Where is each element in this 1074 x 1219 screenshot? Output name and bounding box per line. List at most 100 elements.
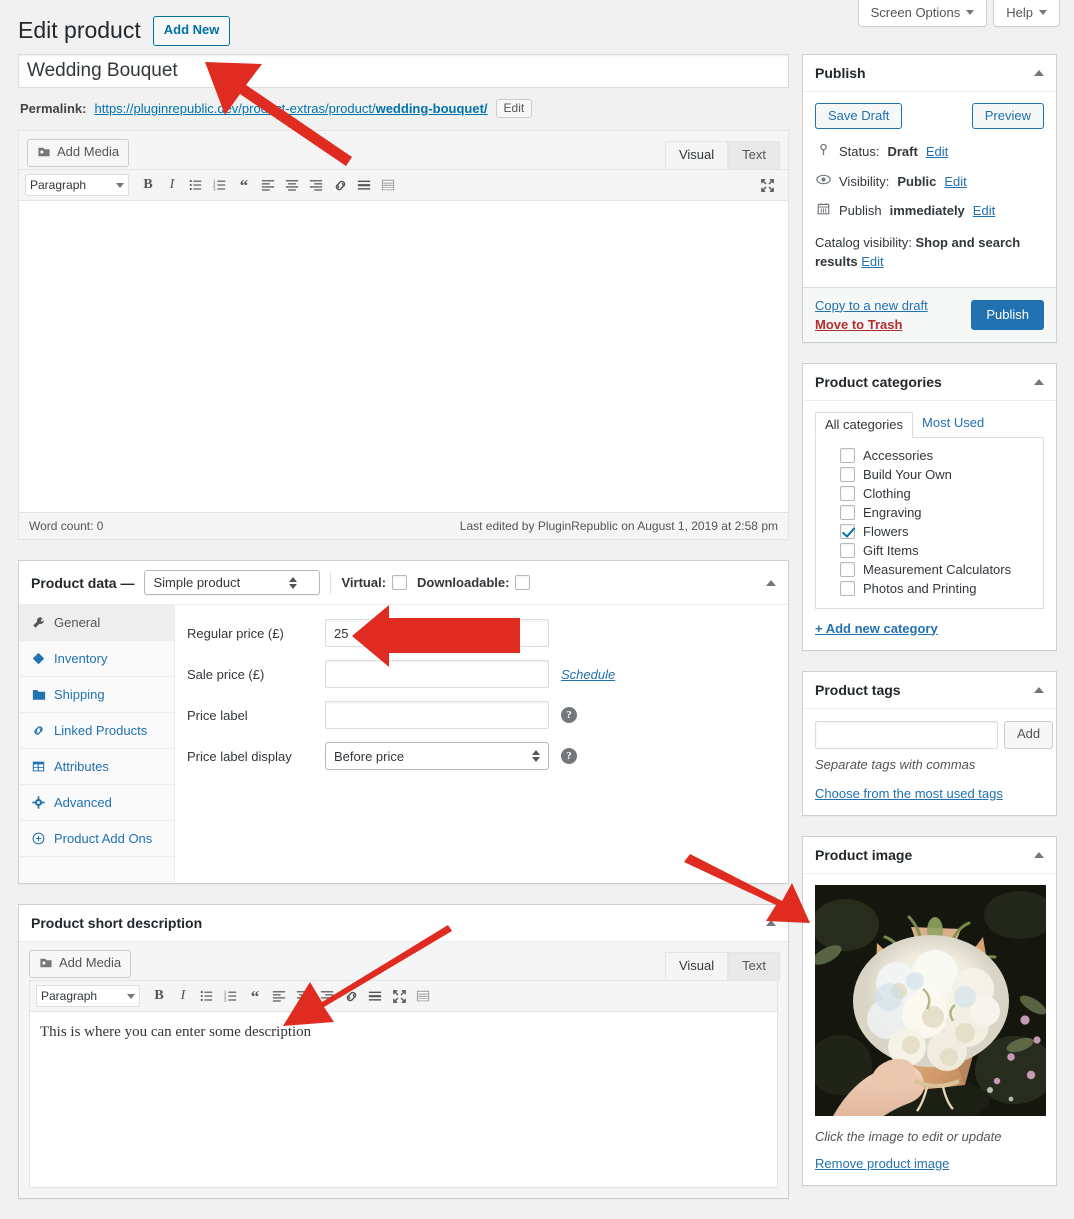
sd-read-more-button[interactable]	[364, 985, 386, 1007]
blockquote-button[interactable]: “	[233, 174, 255, 196]
category-checkbox[interactable]	[840, 466, 855, 482]
sale-price-input[interactable]	[325, 660, 549, 688]
collapse-toggle-icon[interactable]	[1034, 851, 1044, 858]
choose-most-used-tags-link[interactable]: Choose from the most used tags	[815, 786, 1003, 801]
permalink-edit-button[interactable]: Edit	[495, 99, 533, 118]
sd-tab-text[interactable]: Text	[728, 952, 780, 980]
category-item[interactable]: Flowers	[840, 522, 1035, 541]
short-description-body[interactable]: This is where you can enter some descrip…	[29, 1012, 778, 1188]
category-checkbox[interactable]	[840, 504, 855, 520]
publish-button[interactable]: Publish	[971, 299, 1044, 330]
sd-add-media-button[interactable]: Add Media	[29, 950, 132, 978]
regular-price-input[interactable]: 25	[325, 619, 549, 647]
copy-to-new-draft-link[interactable]: Copy to a new draft	[815, 298, 928, 313]
category-checkbox[interactable]	[840, 561, 855, 577]
numbered-list-button[interactable]: 123	[209, 174, 231, 196]
category-item[interactable]: Clothing	[840, 484, 1035, 503]
content-editor-body[interactable]	[19, 201, 788, 513]
help-tip-icon[interactable]: ?	[561, 707, 577, 723]
collapse-toggle-icon[interactable]	[1034, 686, 1044, 693]
product-data-tab-general[interactable]: General	[19, 605, 174, 641]
italic-button[interactable]: I	[161, 174, 183, 196]
align-center-button[interactable]	[281, 174, 303, 196]
read-more-button[interactable]	[353, 174, 375, 196]
sd-align-right-button[interactable]	[316, 985, 338, 1007]
category-checkbox[interactable]	[840, 485, 855, 501]
tab-all-categories[interactable]: All categories	[815, 411, 914, 438]
add-new-category-link[interactable]: + Add new category	[815, 621, 938, 636]
category-item[interactable]: Measurement Calculators	[840, 560, 1035, 579]
fullscreen-button[interactable]	[756, 174, 778, 196]
add-media-button[interactable]: Add Media	[27, 139, 130, 167]
insert-link-button[interactable]	[329, 174, 351, 196]
tag-input[interactable]	[815, 720, 998, 749]
product-data-tab-advanced[interactable]: Advanced	[19, 785, 174, 821]
downloadable-checkbox-row[interactable]: Downloadable:	[417, 575, 531, 590]
bold-button[interactable]: B	[137, 174, 159, 196]
category-item[interactable]: Photos and Printing	[840, 579, 1035, 598]
product-image-header: Product image	[803, 837, 1056, 874]
publish-date-edit-link[interactable]: Edit	[973, 201, 995, 221]
price-label-display-select[interactable]: Before price	[325, 742, 549, 770]
add-tag-button[interactable]: Add	[1004, 720, 1054, 749]
sd-fullscreen-button[interactable]	[388, 985, 410, 1007]
category-item[interactable]: Build Your Own	[840, 465, 1035, 484]
collapse-toggle-icon[interactable]	[766, 579, 776, 586]
sd-toolbar-toggle-button[interactable]	[412, 985, 434, 1007]
category-item[interactable]: Engraving	[840, 503, 1035, 522]
product-image-thumbnail[interactable]	[815, 884, 1046, 1116]
product-data-tab-inventory[interactable]: Inventory	[19, 641, 174, 677]
catalog-edit-link[interactable]: Edit	[861, 254, 883, 269]
sd-align-left-button[interactable]	[268, 985, 290, 1007]
sd-tab-visual[interactable]: Visual	[664, 952, 729, 980]
virtual-checkbox[interactable]	[392, 575, 408, 590]
category-checkbox[interactable]	[840, 542, 855, 558]
category-item[interactable]: Accessories	[840, 446, 1035, 465]
product-data-tab-shipping[interactable]: Shipping	[19, 677, 174, 713]
permalink-link[interactable]: https://pluginrepublic.dev/product-extra…	[94, 101, 487, 116]
sd-italic-button[interactable]: I	[172, 985, 194, 1007]
status-edit-link[interactable]: Edit	[926, 142, 948, 162]
tab-most-used[interactable]: Most Used	[913, 411, 993, 437]
move-to-trash-link[interactable]: Move to Trash	[815, 317, 928, 332]
product-data-tabs: General Inventory Shipping Linked Products A…	[19, 605, 175, 883]
save-draft-button[interactable]: Save Draft	[815, 103, 903, 129]
sd-paragraph-format-select[interactable]: Paragraph	[36, 985, 140, 1007]
paragraph-format-select[interactable]: Paragraph	[25, 174, 129, 196]
align-right-button[interactable]	[305, 174, 327, 196]
product-data-tab-attributes[interactable]: Attributes	[19, 749, 174, 785]
collapse-toggle-icon[interactable]	[1034, 378, 1044, 385]
tab-visual[interactable]: Visual	[664, 141, 729, 169]
sd-numbered-list-button[interactable]: 123	[220, 985, 242, 1007]
bullet-list-button[interactable]	[185, 174, 207, 196]
add-new-button[interactable]: Add New	[152, 16, 231, 46]
sd-align-center-button[interactable]	[292, 985, 314, 1007]
sd-bullet-list-button[interactable]	[196, 985, 218, 1007]
collapse-toggle-icon[interactable]	[1034, 70, 1044, 76]
visibility-edit-link[interactable]: Edit	[944, 172, 966, 192]
help-tip-icon[interactable]: ?	[561, 748, 577, 764]
remove-product-image-link[interactable]: Remove product image	[815, 1156, 1044, 1171]
help-button[interactable]: Help	[993, 0, 1060, 27]
tab-text[interactable]: Text	[728, 141, 780, 169]
toolbar-toggle-button[interactable]	[377, 174, 399, 196]
sd-blockquote-button[interactable]: “	[244, 985, 266, 1007]
screen-options-button[interactable]: Screen Options	[857, 0, 988, 27]
preview-button[interactable]: Preview	[971, 103, 1044, 129]
category-checkbox[interactable]	[840, 447, 855, 463]
schedule-link[interactable]: Schedule	[561, 667, 615, 682]
product-data-tab-product-add-ons[interactable]: Product Add Ons	[19, 821, 174, 857]
sd-insert-link-button[interactable]	[340, 985, 362, 1007]
category-item[interactable]: Gift Items	[840, 541, 1035, 560]
product-title-input[interactable]	[18, 54, 789, 88]
collapse-toggle-icon[interactable]	[766, 920, 776, 926]
sd-bold-button[interactable]: B	[148, 985, 170, 1007]
virtual-checkbox-row[interactable]: Virtual:	[341, 575, 408, 590]
downloadable-checkbox[interactable]	[515, 575, 531, 590]
category-checkbox[interactable]	[840, 523, 855, 539]
category-checkbox[interactable]	[840, 580, 855, 596]
price-label-input[interactable]	[325, 701, 549, 729]
align-left-button[interactable]	[257, 174, 279, 196]
product-type-select[interactable]: Simple product	[144, 570, 321, 595]
product-data-tab-linked-products[interactable]: Linked Products	[19, 713, 174, 749]
